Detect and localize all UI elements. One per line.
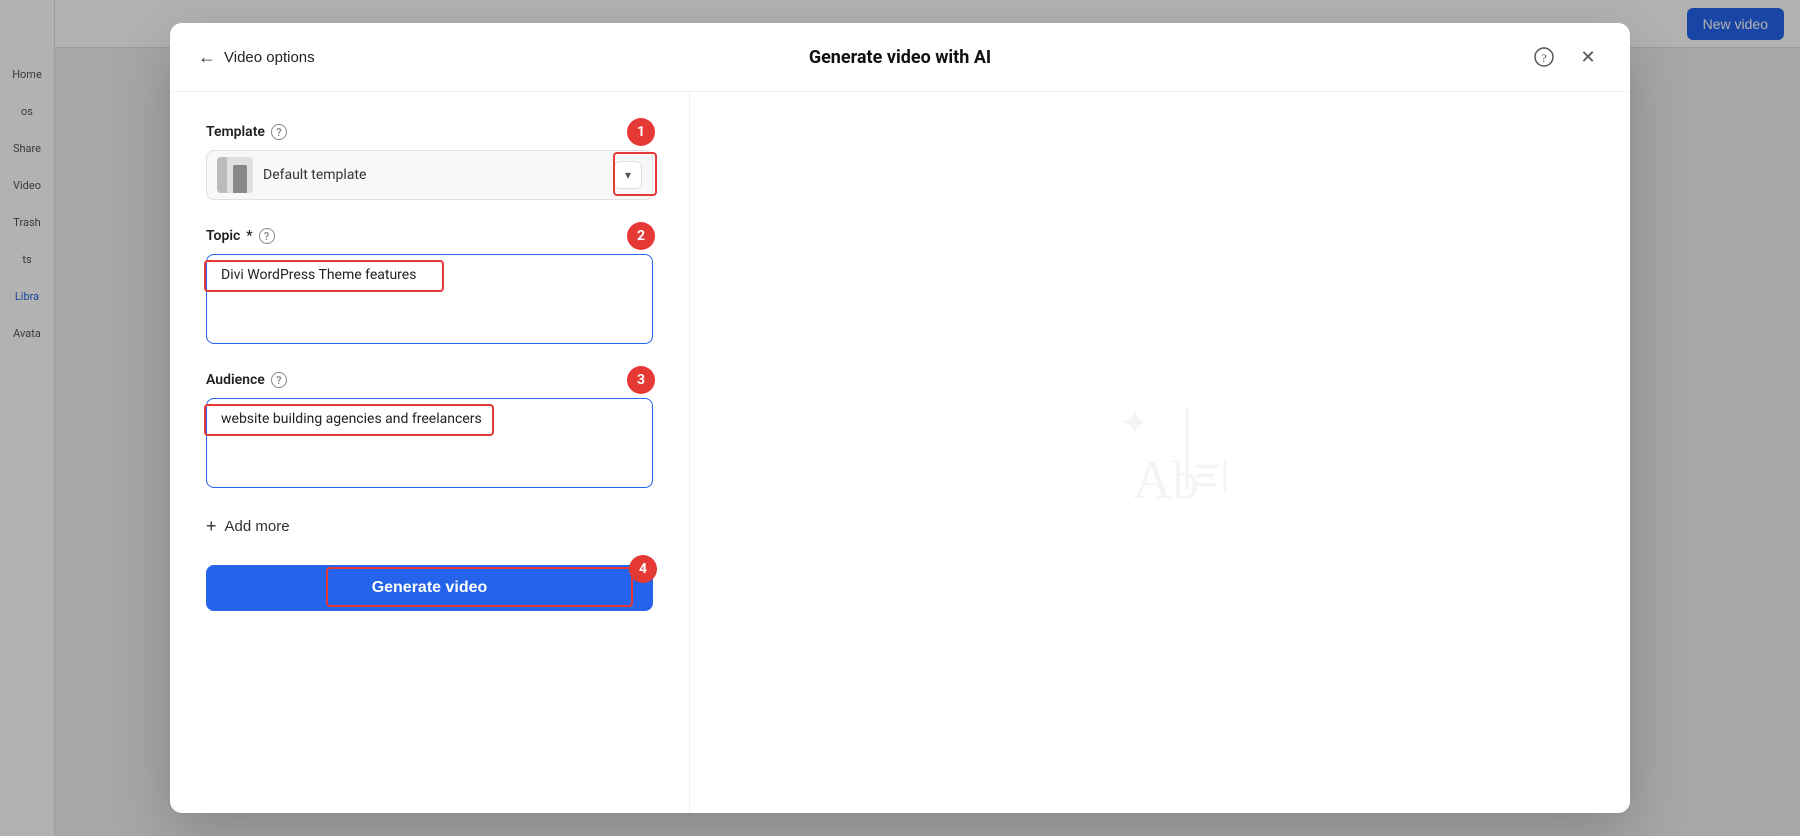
modal: ← Video options Generate video with AI ?… <box>170 23 1630 813</box>
template-field-group: Template ? Default template ▾ 1 <box>206 124 653 200</box>
audience-textarea[interactable] <box>206 398 653 488</box>
step-badge-4: 4 <box>629 555 657 583</box>
modal-header-actions: ? ✕ <box>1530 43 1602 71</box>
add-more-label: Add more <box>225 518 290 535</box>
preview-placeholder: ✦ Ab <box>1070 363 1250 543</box>
modal-header: ← Video options Generate video with AI ?… <box>170 23 1630 92</box>
generate-video-button[interactable]: Generate video <box>206 565 653 611</box>
back-label: Video options <box>224 49 315 66</box>
modal-title: Generate video with AI <box>809 47 991 68</box>
svg-text:✦: ✦ <box>1120 402 1150 444</box>
back-button[interactable]: ← Video options <box>198 47 315 68</box>
back-arrow-icon: ← <box>198 47 216 68</box>
topic-field-group: Topic * ? 2 <box>206 228 653 344</box>
audience-field-group: Audience ? 3 <box>206 372 653 488</box>
help-icon[interactable]: ? <box>1530 43 1558 71</box>
step-badge-2: 2 <box>627 222 655 250</box>
close-icon[interactable]: ✕ <box>1574 43 1602 71</box>
template-dropdown-arrow[interactable]: ▾ <box>614 161 642 189</box>
plus-icon: + <box>206 516 217 537</box>
template-name: Default template <box>263 167 614 183</box>
modal-overlay: ← Video options Generate video with AI ?… <box>0 0 1800 836</box>
svg-text:?: ? <box>1541 51 1546 65</box>
right-panel: ✦ Ab <box>690 92 1630 813</box>
left-panel: Template ? Default template ▾ 1 <box>170 92 690 813</box>
add-more-button[interactable]: + Add more <box>206 516 653 537</box>
template-help-icon[interactable]: ? <box>271 124 287 140</box>
template-thumbnail <box>217 157 253 193</box>
audience-label: Audience ? <box>206 372 653 388</box>
template-label: Template ? <box>206 124 653 140</box>
audience-help-icon[interactable]: ? <box>271 372 287 388</box>
step-badge-1: 1 <box>627 118 655 146</box>
template-select[interactable]: Default template ▾ <box>206 150 653 200</box>
modal-body: Template ? Default template ▾ 1 <box>170 92 1630 813</box>
svg-text:Ab: Ab <box>1133 450 1199 510</box>
step-badge-3: 3 <box>627 366 655 394</box>
topic-help-icon[interactable]: ? <box>259 228 275 244</box>
topic-label: Topic * ? <box>206 228 653 244</box>
topic-textarea[interactable] <box>206 254 653 344</box>
